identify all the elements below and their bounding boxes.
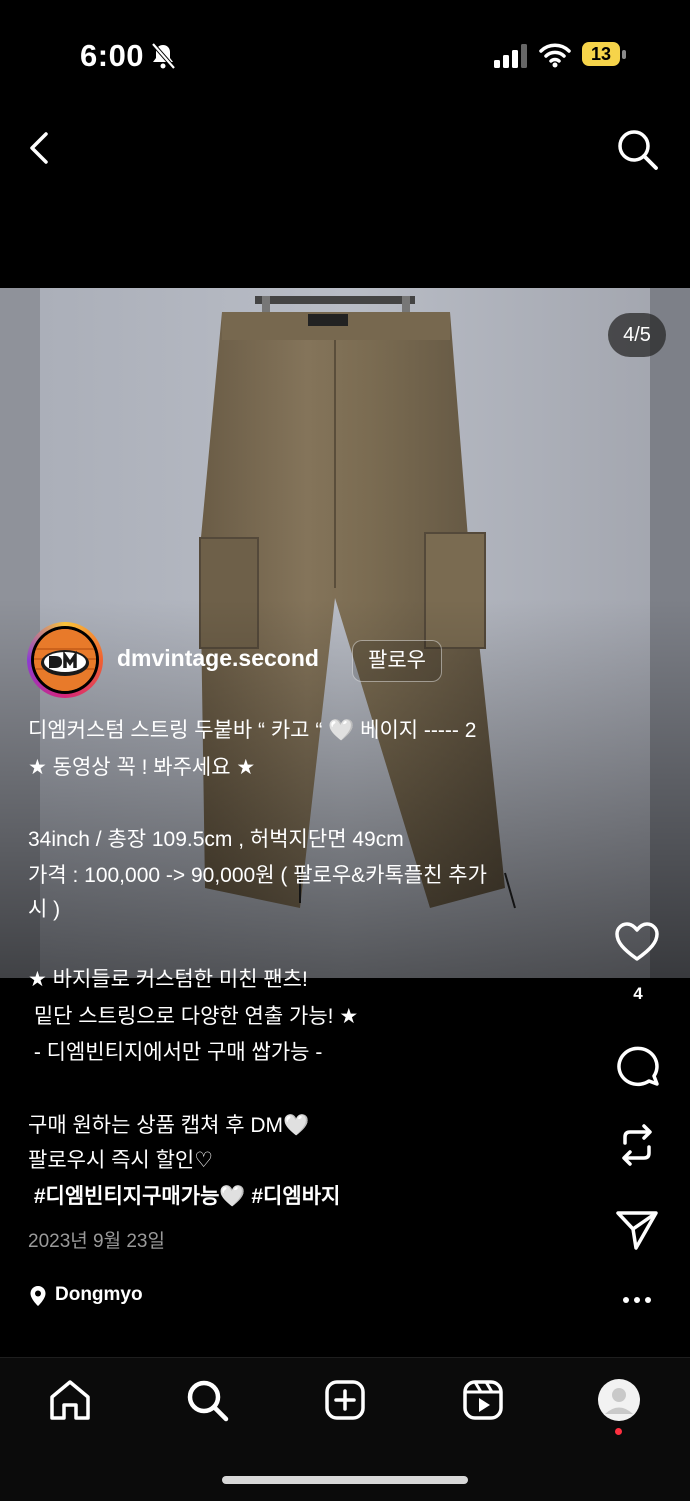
more-icon[interactable]	[620, 1290, 654, 1310]
caption-line: ★ 바지들로 커스텀한 미친 팬츠!	[28, 968, 308, 991]
search-icon[interactable]	[614, 126, 660, 172]
caption-line: 밑단 스트링으로 다양한 연출 가능! ★	[28, 1005, 359, 1028]
wifi-icon	[539, 43, 571, 68]
caption-line: 시 )	[28, 898, 61, 921]
location-pin-icon	[30, 1286, 46, 1306]
chevron-left-icon[interactable]	[26, 130, 54, 166]
heart-icon[interactable]	[613, 918, 661, 966]
location-label[interactable]: Dongmyo	[55, 1284, 143, 1306]
profile-icon[interactable]	[596, 1377, 642, 1423]
tab-search-icon[interactable]	[184, 1377, 230, 1423]
caption-line: - 디엠빈티지에서만 구매 쌉가능 -	[28, 1041, 323, 1064]
home-indicator[interactable]	[222, 1476, 468, 1484]
create-icon[interactable]	[322, 1377, 368, 1423]
signal-icon	[494, 44, 527, 68]
caption-line: 가격 : 100,000 -> 90,000원 ( 팔로우&카톡플친 추가	[28, 864, 487, 887]
caption-line: 34inch / 총장 109.5cm , 허벅지단면 49cm	[28, 828, 404, 851]
caption-line: 디엠커스텀 스트링 두붙바 “ 카고 “ 🤍 베이지 ----- 2	[28, 719, 477, 742]
follow-button[interactable]: 팔로우	[352, 640, 442, 682]
caption-line: ★ 동영상 꼭 ! 봐주세요 ★	[28, 756, 256, 779]
username[interactable]: dmvintage.second	[117, 645, 319, 672]
post-date: 2023년 9월 23일	[28, 1231, 165, 1252]
bell-muted-icon	[151, 42, 176, 70]
caption-line[interactable]: #디엠빈티지구매가능🤍 #디엠바지	[28, 1179, 341, 1215]
send-icon[interactable]	[613, 1205, 661, 1253]
battery-level: 13	[582, 42, 620, 66]
status-time: 6:00	[80, 38, 145, 73]
reels-icon[interactable]	[460, 1377, 506, 1423]
caption-line: 구매 원하는 상품 캡쳐 후 DM🤍	[28, 1114, 310, 1137]
caption-line: 팔로우시 즉시 할인♡	[28, 1149, 214, 1172]
comment-icon[interactable]	[613, 1041, 661, 1089]
like-count: 4	[633, 984, 643, 1003]
repost-icon[interactable]	[613, 1121, 661, 1169]
avatar[interactable]	[27, 622, 103, 698]
battery-indicator: 13	[582, 42, 628, 68]
notification-dot	[615, 1428, 622, 1435]
home-icon[interactable]	[47, 1377, 93, 1423]
image-counter: 4/5	[608, 313, 666, 357]
